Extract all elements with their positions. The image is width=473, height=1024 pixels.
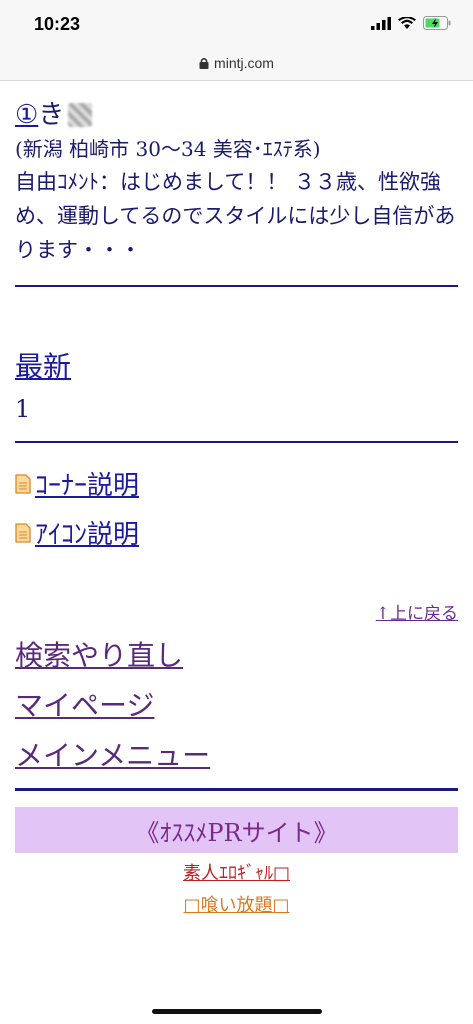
url-text: mintj.com (214, 55, 274, 71)
wifi-icon (398, 16, 416, 29)
divider (15, 788, 458, 791)
help-label: ｺｰﾅｰ説明 (35, 471, 140, 501)
home-indicator[interactable] (152, 1009, 322, 1014)
document-icon (15, 473, 31, 494)
my-page-link[interactable]: マイページ (15, 684, 154, 724)
latest-link[interactable]: 最新 (15, 345, 71, 385)
help-label: ｱｲｺﾝ説明 (35, 520, 140, 550)
divider (15, 441, 458, 443)
address-bar[interactable]: mintj.com (0, 46, 473, 81)
profile-title: ① き (15, 99, 458, 131)
status-time: 10:23 (34, 14, 81, 34)
status-icons (371, 16, 451, 30)
nav-links: 検索やり直し マイページ メインメニュー (15, 634, 458, 784)
profile-number-link[interactable]: ① (15, 99, 38, 131)
latest-count: 1 (15, 395, 31, 423)
battery-icon (423, 16, 451, 30)
status-bar: 10:23 (0, 0, 473, 46)
main-menu-link[interactable]: メインメニュー (15, 734, 210, 774)
signal-icon (371, 16, 391, 30)
pr-link-1[interactable]: 素人ｴﾛｷﾞｬﾙ□ (15, 859, 458, 885)
profile-info: (新潟 柏崎市 30〜34 美容･ｴｽﾃ系) (15, 137, 321, 161)
corner-help-link[interactable]: ｺｰﾅｰ説明 (15, 465, 458, 502)
blurred-avatar (68, 103, 93, 127)
search-again-link[interactable]: 検索やり直し (15, 634, 183, 674)
pr-link-2[interactable]: □喰い放題□ (15, 891, 458, 917)
page-content: ① き (新潟 柏崎市 30〜34 美容･ｴｽﾃ系) 自由ｺﾒﾝﾄ：はじめまして… (0, 99, 473, 917)
pr-header: 《ｵｽｽﾒPRサイト》 (15, 807, 458, 853)
profile-comment: 自由ｺﾒﾝﾄ：はじめまして！！ ３３歳、性欲強め、運動してるのでスタイルには少し… (15, 170, 456, 262)
document-icon (15, 522, 31, 543)
back-to-top-link[interactable]: ↑上に戻る (15, 599, 458, 624)
lock-icon (199, 58, 209, 69)
divider (15, 285, 458, 287)
help-list: ｺｰﾅｰ説明 ｱｲｺﾝ説明 (15, 465, 458, 551)
profile-name: き (38, 100, 65, 130)
icon-help-link[interactable]: ｱｲｺﾝ説明 (15, 514, 458, 551)
